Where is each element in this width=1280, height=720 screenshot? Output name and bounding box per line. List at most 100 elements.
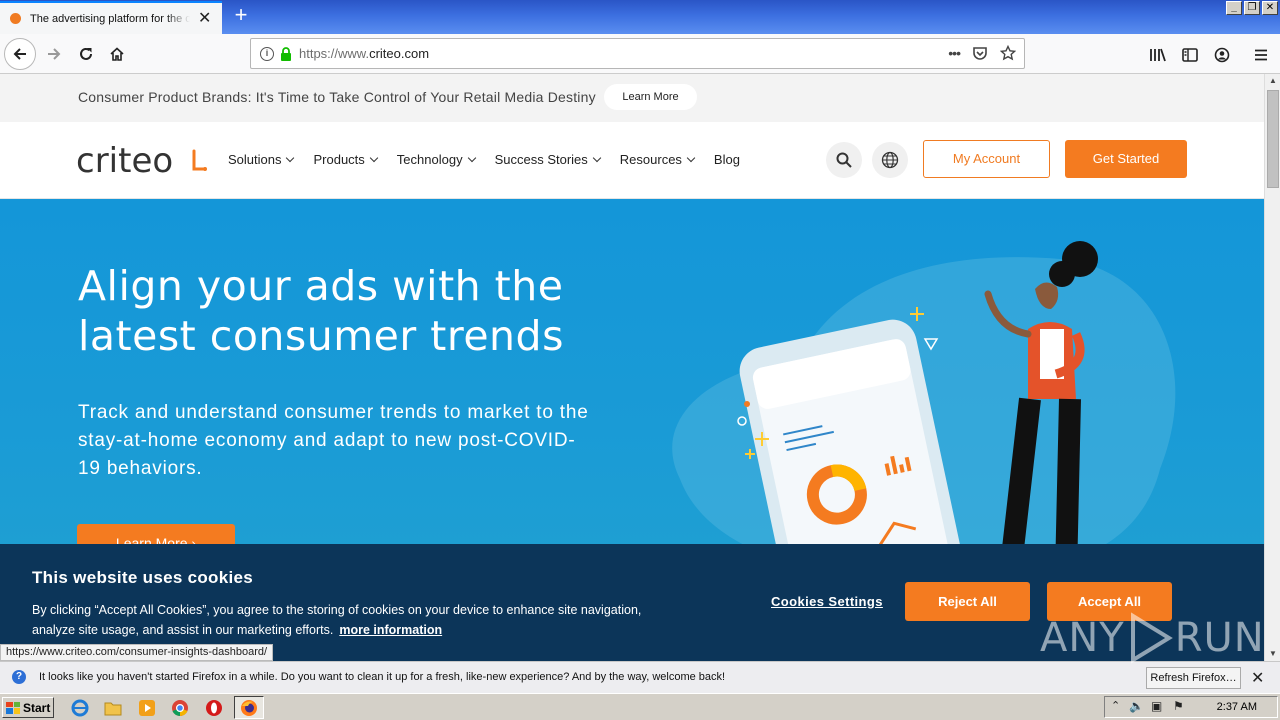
nav-label: Success Stories: [494, 152, 588, 167]
nav-technology[interactable]: Technology: [396, 152, 476, 167]
lock-icon: [281, 46, 291, 61]
window-controls: _ ❐ ✕: [1226, 1, 1278, 15]
scroll-up-arrow-icon[interactable]: ▲: [1265, 74, 1280, 88]
menu-icon[interactable]: [1250, 44, 1272, 66]
firefox-icon: [241, 700, 257, 716]
globe-icon: [881, 151, 899, 169]
chevron-down-icon: [369, 153, 379, 163]
nav-success-stories[interactable]: Success Stories: [494, 152, 602, 167]
play-logo-icon: [1130, 612, 1173, 664]
windows-taskbar: Start ⌃ 🔈 ▣ ⚑ 2:37 AM: [0, 693, 1280, 720]
back-button[interactable]: [4, 38, 36, 70]
main-nav: Solutions Products Technology Success St…: [228, 152, 760, 167]
link-status-url: https://www.criteo.com/consumer-insights…: [0, 644, 274, 661]
chevron-down-icon: [592, 153, 602, 163]
action-center-flag-icon[interactable]: ⚑: [1173, 699, 1184, 713]
site-info-icon[interactable]: i: [260, 46, 274, 61]
get-started-button[interactable]: Get Started: [1065, 140, 1187, 178]
anyrun-watermark: ANY RUN: [1040, 612, 1265, 664]
vertical-scrollbar[interactable]: ▲ ▼: [1264, 74, 1280, 661]
hero-subtitle: Track and understand consumer trends to …: [78, 402, 589, 479]
chevron-down-icon: [686, 153, 696, 163]
nav-resources[interactable]: Resources: [619, 152, 696, 167]
browser-tab[interactable]: The advertising platform for the open in…: [0, 1, 222, 34]
close-window-button[interactable]: ✕: [1262, 1, 1278, 15]
nav-label: Technology: [396, 152, 463, 167]
my-account-button[interactable]: My Account: [923, 140, 1050, 178]
account-icon[interactable]: [1211, 44, 1233, 66]
nav-products[interactable]: Products: [313, 152, 379, 167]
nav-label: Solutions: [228, 152, 282, 167]
nav-label: Blog: [713, 152, 740, 167]
criteo-favicon-icon: [10, 13, 21, 24]
logo-wordmark: criteo: [76, 141, 173, 179]
page-viewport: Consumer Product Brands: It's Time to Ta…: [0, 74, 1264, 661]
watermark-right: RUN: [1174, 615, 1265, 661]
tray-expand-icon[interactable]: ⌃: [1111, 699, 1120, 712]
refresh-notification-bar: ? It looks like you haven't started Fire…: [0, 661, 1280, 693]
scroll-thumb[interactable]: [1267, 90, 1279, 188]
browser-titlebar: The advertising platform for the open in…: [0, 0, 1280, 34]
url-protocol: https://www.: [299, 46, 370, 61]
tab-title: The advertising platform for the open in…: [30, 12, 190, 25]
search-button[interactable]: [826, 142, 862, 178]
library-icon[interactable]: [1147, 44, 1169, 66]
clock[interactable]: 2:37 AM: [1217, 701, 1257, 713]
minimize-button[interactable]: _: [1226, 1, 1242, 15]
home-button[interactable]: [101, 38, 133, 70]
watermark-left: ANY: [1040, 615, 1125, 661]
notification-close-icon[interactable]: ✕: [1251, 668, 1264, 688]
nav-label: Products: [313, 152, 365, 167]
criteo-logo[interactable]: criteo: [76, 139, 210, 182]
chevron-down-icon: [286, 153, 295, 163]
network-icon[interactable]: ▣: [1151, 699, 1162, 713]
chrome-icon[interactable]: [170, 698, 190, 718]
tab-close-icon[interactable]: ✕: [198, 10, 211, 27]
opera-icon[interactable]: [204, 698, 224, 718]
search-icon: [836, 152, 852, 168]
nav-blog[interactable]: Blog: [714, 152, 740, 167]
windows-logo-icon: [6, 701, 20, 714]
volume-icon[interactable]: 🔈: [1129, 699, 1144, 713]
media-player-icon[interactable]: [137, 698, 157, 718]
new-tab-button[interactable]: +: [229, 4, 253, 28]
sidebar-icon[interactable]: [1179, 44, 1201, 66]
page-actions-icon[interactable]: •••: [948, 45, 961, 61]
chevron-down-icon: [467, 153, 476, 163]
url-text[interactable]: https://www.criteo.com: [299, 46, 429, 61]
language-button[interactable]: [872, 142, 908, 178]
more-information-link[interactable]: more information: [339, 623, 442, 637]
cookie-body-text: By clicking “Accept All Cookies”, you ag…: [32, 603, 642, 637]
reload-icon: [80, 47, 92, 60]
system-tray: ⌃ 🔈 ▣ ⚑ 2:37 AM: [1104, 696, 1278, 718]
promo-banner: Consumer Product Brands: It's Time to Ta…: [0, 74, 1264, 122]
forward-arrow-icon: [48, 48, 61, 60]
start-button[interactable]: Start: [2, 697, 54, 718]
start-label: Start: [23, 700, 51, 715]
back-arrow-icon: [13, 48, 26, 60]
url-bar[interactable]: i https://www.criteo.com •••: [250, 38, 1025, 69]
scroll-down-arrow-icon[interactable]: ▼: [1265, 647, 1280, 661]
explorer-folder-icon[interactable]: [103, 698, 123, 718]
nav-label: Resources: [619, 152, 682, 167]
pocket-icon[interactable]: [972, 45, 988, 61]
home-icon: [110, 47, 124, 61]
notification-text: It looks like you haven't started Firefo…: [39, 671, 726, 683]
nav-solutions[interactable]: Solutions: [228, 152, 295, 167]
restore-button[interactable]: ❐: [1244, 1, 1260, 15]
refresh-firefox-button[interactable]: Refresh Firefox…: [1146, 667, 1241, 689]
cookie-body: By clicking “Accept All Cookies”, you ag…: [32, 600, 652, 640]
cookie-title: This website uses cookies: [32, 568, 254, 587]
cookies-settings-link[interactable]: Cookies Settings: [771, 594, 883, 609]
site-header: criteo Solutions Products Technology Suc…: [0, 122, 1264, 199]
reject-all-button[interactable]: Reject All: [905, 582, 1030, 621]
url-host: criteo.com: [369, 46, 430, 61]
firefox-taskbar-button[interactable]: [234, 696, 264, 719]
bookmark-star-icon[interactable]: [1000, 45, 1016, 61]
ie-icon[interactable]: [70, 698, 90, 718]
promo-text: Consumer Product Brands: It's Time to Ta…: [78, 89, 596, 105]
forward-button[interactable]: [38, 38, 70, 70]
help-icon: ?: [12, 670, 26, 684]
reload-button[interactable]: [70, 38, 102, 70]
promo-learn-more-button[interactable]: Learn More: [604, 84, 697, 110]
